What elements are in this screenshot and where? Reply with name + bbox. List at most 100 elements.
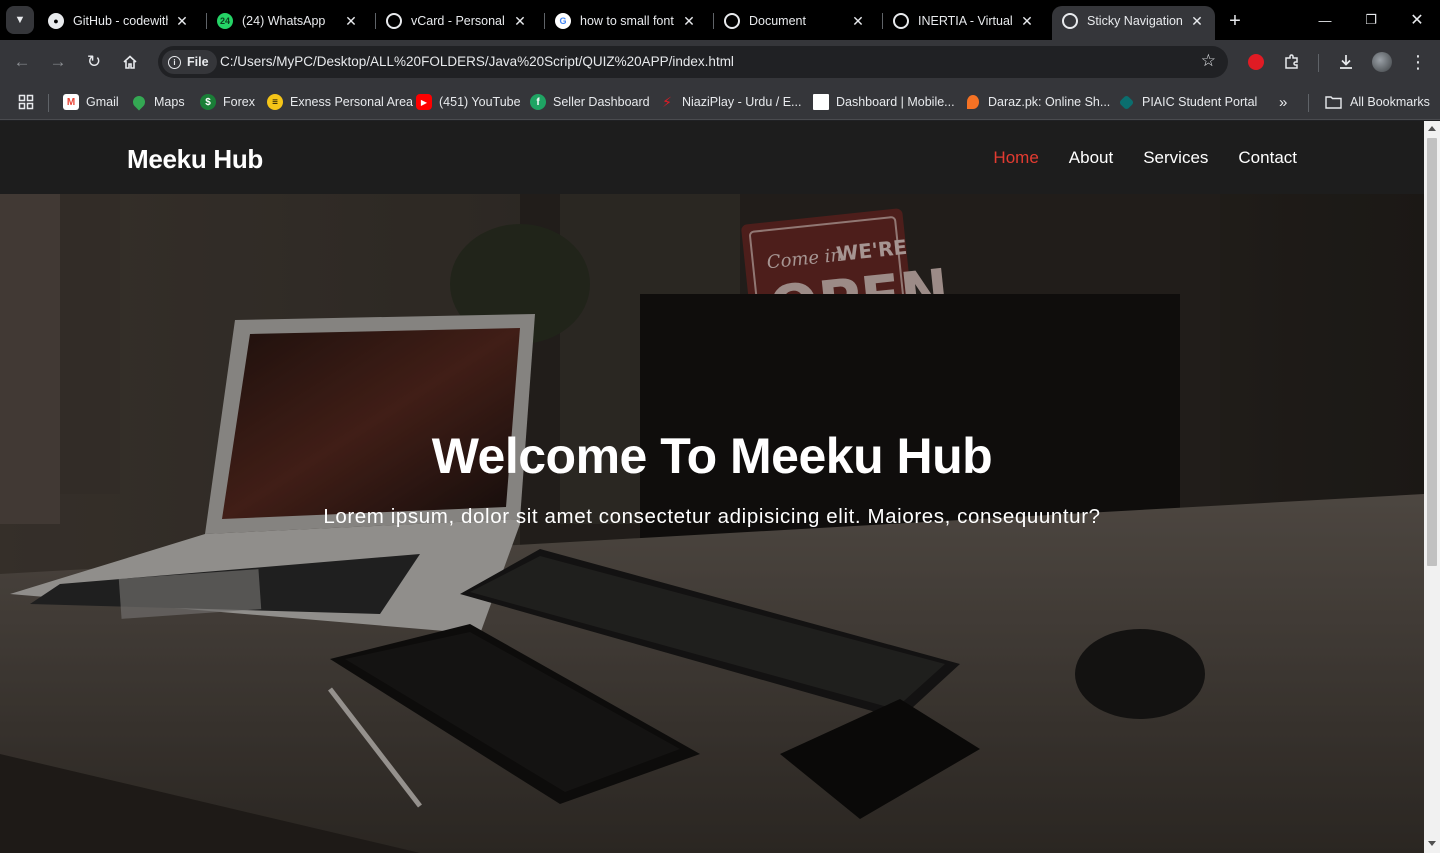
site-logo[interactable]: Meeku Hub xyxy=(127,144,263,175)
apps-grid-icon xyxy=(18,94,34,110)
whatsapp-icon: 24 xyxy=(217,13,233,29)
globe-icon xyxy=(724,13,740,29)
bookmarks-overflow-button[interactable]: » xyxy=(1279,92,1287,112)
url-text[interactable]: C:/Users/MyPC/Desktop/ALL%20FOLDERS/Java… xyxy=(220,54,734,69)
home-button[interactable] xyxy=(116,48,144,76)
all-bookmarks-label: All Bookmarks xyxy=(1350,95,1430,109)
dollar-icon: $ xyxy=(200,94,216,110)
bookmark-label: (451) YouTube xyxy=(439,95,521,109)
tab-document[interactable]: Document ✕ xyxy=(714,6,876,36)
all-bookmarks-button[interactable]: All Bookmarks xyxy=(1325,92,1430,112)
browser-toolbar: ← → ↻ i File C:/Users/MyPC/Desktop/ALL%2… xyxy=(0,40,1440,84)
tab-title: (24) WhatsApp xyxy=(242,14,326,28)
niaziplay-icon: ⚡ xyxy=(662,93,672,110)
minimize-button[interactable]: — xyxy=(1302,6,1348,34)
tab-inertia[interactable]: INERTIA - Virtual A ✕ xyxy=(883,6,1045,36)
tab-title: how to small font xyxy=(580,14,674,28)
sticky-navbar: Meeku Hub Home About Services Contact xyxy=(0,121,1424,194)
bookmark-youtube[interactable]: ▶ (451) YouTube xyxy=(416,92,521,112)
extension-button[interactable] xyxy=(1242,48,1270,76)
globe-icon xyxy=(1062,13,1078,29)
close-window-button[interactable]: ✕ xyxy=(1394,6,1440,34)
info-icon: i xyxy=(168,55,181,69)
reload-icon: ↻ xyxy=(86,52,102,71)
bookmark-forex[interactable]: $ Forex xyxy=(200,92,255,112)
bookmark-piaic[interactable]: PIAIC Student Portal xyxy=(1118,92,1257,112)
hero-section: Come in WE'RE OPEN xyxy=(0,194,1424,853)
puzzle-icon xyxy=(1285,54,1298,69)
daraz-icon xyxy=(967,95,979,109)
scrollbar-thumb[interactable] xyxy=(1427,138,1437,566)
address-bar[interactable]: i File C:/Users/MyPC/Desktop/ALL%20FOLDE… xyxy=(158,46,1228,78)
tab-title: vCard - Personal P xyxy=(411,14,506,28)
bookmark-maps[interactable]: Maps xyxy=(130,92,185,112)
tab-search-button[interactable]: ▼ xyxy=(6,6,34,34)
tab-title: INERTIA - Virtual A xyxy=(918,14,1013,28)
restore-button[interactable]: ❐ xyxy=(1348,6,1394,34)
star-icon[interactable]: ☆ xyxy=(1201,51,1216,71)
nav-link-about[interactable]: About xyxy=(1069,148,1113,168)
apps-button[interactable] xyxy=(18,92,34,112)
tab-whatsapp[interactable]: 24 (24) WhatsApp ✕ xyxy=(207,6,369,36)
close-icon: ✕ xyxy=(1410,12,1424,29)
profile-button[interactable] xyxy=(1368,48,1396,76)
close-icon[interactable]: ✕ xyxy=(343,13,359,29)
home-icon xyxy=(123,55,137,69)
extensions-button[interactable] xyxy=(1278,48,1306,76)
close-icon[interactable]: ✕ xyxy=(174,13,190,29)
restore-icon: ❐ xyxy=(1365,12,1377,27)
close-icon[interactable]: ✕ xyxy=(512,13,528,29)
close-icon[interactable]: ✕ xyxy=(850,13,866,29)
page-viewport: Meeku Hub Home About Services Contact Co… xyxy=(0,121,1424,853)
bookmark-daraz[interactable]: Daraz.pk: Online Sh... xyxy=(967,92,1110,112)
folder-icon xyxy=(1325,96,1342,109)
bookmark-label: Forex xyxy=(223,95,255,109)
new-tab-button[interactable]: + xyxy=(1222,8,1248,34)
gmail-icon: M xyxy=(63,94,79,110)
tab-sticky-navigation[interactable]: Sticky Navigation ✕ xyxy=(1052,6,1215,40)
bookmark-label: Daraz.pk: Online Sh... xyxy=(988,95,1111,109)
bookmark-gmail[interactable]: M Gmail xyxy=(63,92,119,112)
chip-label: File xyxy=(187,55,209,69)
back-button[interactable]: ← xyxy=(8,48,36,76)
nav-link-services[interactable]: Services xyxy=(1143,148,1208,168)
reload-button[interactable]: ↻ xyxy=(80,48,108,76)
bookmark-label: Gmail xyxy=(86,95,119,109)
tab-title: Document xyxy=(749,14,806,28)
maps-icon xyxy=(130,93,148,111)
scroll-up-arrow-icon[interactable] xyxy=(1428,126,1436,131)
adblock-icon xyxy=(1248,54,1264,70)
forward-button[interactable]: → xyxy=(44,48,72,76)
downloads-button[interactable] xyxy=(1332,48,1360,76)
google-icon: G xyxy=(555,13,571,29)
plus-icon: + xyxy=(1229,9,1241,32)
tab-github[interactable]: ● GitHub - codewith ✕ xyxy=(38,6,200,36)
bookmark-label: Seller Dashboard xyxy=(553,95,650,109)
bookmark-dashboard-mobile[interactable]: Dashboard | Mobile... xyxy=(813,92,955,112)
page-scrollbar[interactable] xyxy=(1424,121,1440,853)
nav-link-contact[interactable]: Contact xyxy=(1238,148,1297,168)
bookmarks-bar: M Gmail Maps $ Forex ≡ Exness Personal A… xyxy=(0,84,1440,120)
nav-link-home[interactable]: Home xyxy=(993,148,1038,168)
bookmark-label: Maps xyxy=(154,95,185,109)
github-icon: ● xyxy=(48,13,64,29)
site-info-chip[interactable]: i File xyxy=(162,50,217,74)
scroll-down-arrow-icon[interactable] xyxy=(1428,841,1436,846)
bookmark-seller-dashboard[interactable]: f Seller Dashboard xyxy=(530,92,650,112)
seller-icon: f xyxy=(530,94,546,110)
close-icon[interactable]: ✕ xyxy=(681,13,697,29)
close-icon[interactable]: ✕ xyxy=(1189,13,1205,29)
download-icon xyxy=(1340,55,1352,69)
hero-subtitle: Lorem ipsum, dolor sit amet consectetur … xyxy=(323,505,1101,528)
bookmark-label: Dashboard | Mobile... xyxy=(836,95,955,109)
tab-google-search[interactable]: G how to small font ✕ xyxy=(545,6,707,36)
bookmark-label: NiaziPlay - Urdu / E... xyxy=(682,95,802,109)
nav-links: Home About Services Contact xyxy=(993,148,1297,168)
kebab-menu-icon: ⋮ xyxy=(1409,51,1427,72)
close-icon[interactable]: ✕ xyxy=(1019,13,1035,29)
hero-title: Welcome To Meeku Hub xyxy=(431,428,993,484)
tab-vcard[interactable]: vCard - Personal P ✕ xyxy=(376,6,538,36)
bookmark-niaziplay[interactable]: ⚡ NiaziPlay - Urdu / E... xyxy=(659,92,801,112)
bookmark-exness[interactable]: ≡ Exness Personal Area xyxy=(267,92,413,112)
menu-button[interactable]: ⋮ xyxy=(1404,48,1432,76)
